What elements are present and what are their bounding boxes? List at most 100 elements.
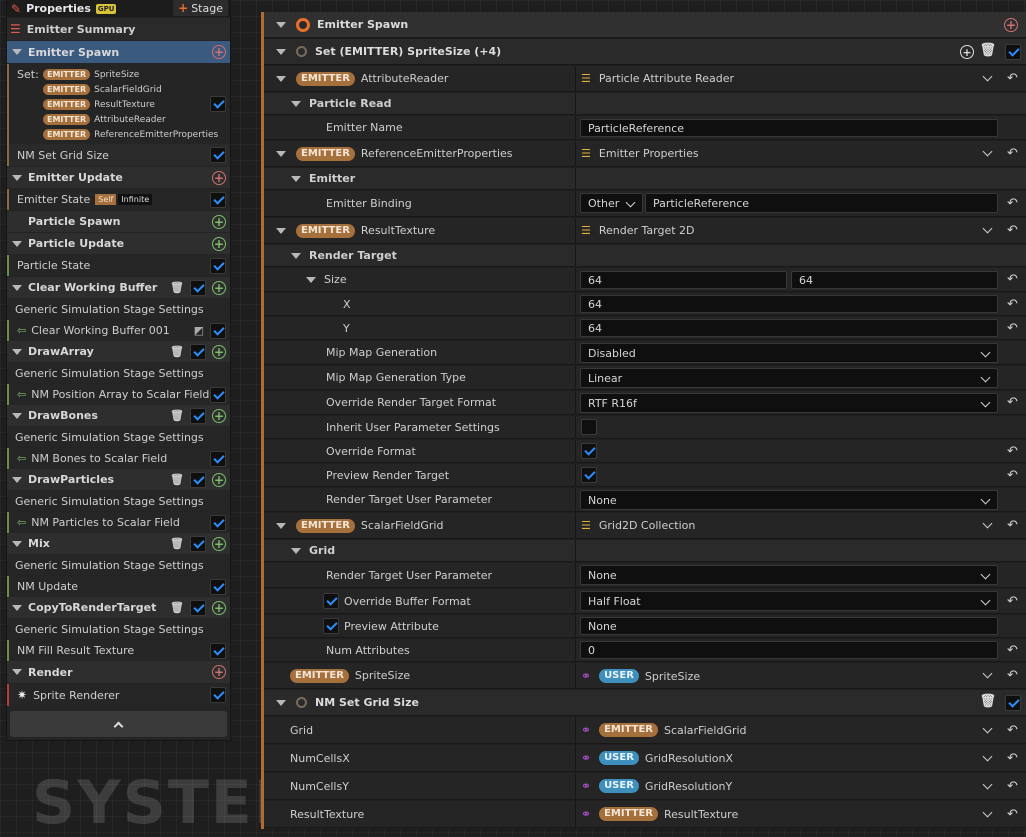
module-enabled-checkbox[interactable] [210, 642, 226, 659]
input-link[interactable]: ⚭ EMITTER ScalarFieldGrid [581, 723, 747, 737]
x-input[interactable]: 64 [580, 295, 998, 313]
add-module-icon[interactable]: + [212, 236, 226, 251]
particle-state-row[interactable]: Particle State [7, 255, 230, 276]
chevron-down-icon[interactable] [982, 223, 993, 234]
emitter-name-input[interactable]: ParticleReference [580, 119, 998, 137]
stage-header[interactable]: Clear Working Buffer 🗑 + [7, 277, 230, 298]
module-enabled-checkbox[interactable] [210, 450, 226, 467]
num-attributes-input[interactable]: 0 [580, 641, 998, 659]
module-enabled-checkbox[interactable] [210, 257, 226, 274]
collapse-icon[interactable] [12, 476, 22, 483]
generic-settings-row[interactable]: Generic Simulation Stage Settings [7, 491, 230, 511]
reset-icon[interactable]: ↶ [1007, 751, 1018, 766]
type-field[interactable]: ☰ Emitter Properties [581, 147, 699, 160]
collapse-icon[interactable] [12, 669, 22, 675]
reset-icon[interactable]: ↶ [1007, 779, 1018, 794]
reset-icon[interactable]: ↶ [1007, 468, 1018, 483]
reset-icon[interactable]: ↶ [1007, 196, 1018, 211]
add-parameter-icon[interactable]: + [960, 45, 974, 59]
stage-header[interactable]: DrawBones 🗑 + [7, 405, 230, 426]
collapse-icon[interactable] [291, 175, 301, 182]
generic-settings-row[interactable]: Generic Simulation Stage Settings [7, 619, 230, 639]
collapse-icon[interactable] [12, 604, 22, 611]
set-module-enabled-checkbox[interactable] [210, 96, 226, 112]
trash-icon[interactable]: 🗑 [170, 345, 184, 358]
particle-spawn-section[interactable]: Particle Spawn + [7, 211, 230, 232]
stage-module-row[interactable]: ⇦ NM Particles to Scalar Field [7, 512, 230, 533]
collapse-icon[interactable] [12, 240, 22, 247]
add-module-icon[interactable]: + [212, 600, 226, 615]
add-module-icon[interactable]: + [212, 408, 226, 423]
stage-module-row[interactable]: ⇦ NM Bones to Scalar Field [7, 448, 230, 469]
collapse-icon[interactable] [12, 540, 22, 547]
stage-enabled-checkbox[interactable] [190, 407, 206, 424]
generic-settings-row[interactable]: Generic Simulation Stage Settings [7, 427, 230, 447]
reset-icon[interactable]: ↶ [1007, 807, 1018, 822]
trash-icon[interactable]: 🗑 [979, 694, 996, 709]
add-module-icon[interactable]: + [212, 280, 226, 295]
reset-icon[interactable]: ↶ [1007, 444, 1018, 459]
particle-update-section[interactable]: Particle Update + [7, 233, 230, 254]
reset-icon[interactable]: ↶ [1007, 297, 1018, 312]
emitter-summary-row[interactable]: ☰ Emitter Summary [7, 18, 230, 40]
nm-set-grid-size-header[interactable]: NM Set Grid Size 🗑 [264, 690, 1026, 716]
add-stage-button[interactable]: + Stage [173, 0, 228, 16]
collapse-icon[interactable] [276, 150, 286, 157]
add-module-icon[interactable]: + [212, 344, 226, 359]
add-module-icon[interactable]: + [212, 45, 226, 59]
input-link[interactable]: ⚭ USER GridResolutionY [581, 779, 732, 793]
chevron-down-icon[interactable] [982, 723, 993, 734]
reset-icon[interactable]: ↶ [1007, 223, 1018, 238]
type-field[interactable]: ☰ Render Target 2D [581, 224, 695, 237]
scratch-pad-icon[interactable]: ◩ [194, 324, 204, 337]
chevron-down-icon[interactable] [982, 751, 993, 762]
collapse-panel-button[interactable] [10, 711, 227, 737]
reset-icon[interactable]: ↶ [1007, 594, 1018, 609]
chevron-down-icon[interactable] [982, 807, 993, 818]
reset-icon[interactable]: ↶ [1007, 321, 1018, 336]
stage-header[interactable]: DrawArray 🗑 + [7, 341, 230, 362]
stage-header[interactable]: DrawParticles 🗑 + [7, 469, 230, 490]
rt-format-dropdown[interactable]: RTF R16f [580, 393, 998, 413]
collapse-icon[interactable] [291, 100, 301, 107]
add-renderer-icon[interactable]: + [212, 665, 226, 679]
trash-icon[interactable]: 🗑 [170, 601, 184, 614]
rt-user-param-row[interactable]: Render Target User Parameter None [264, 488, 1026, 512]
reset-icon[interactable]: ↶ [1007, 723, 1018, 738]
trash-icon[interactable]: 🗑 [170, 473, 184, 486]
binding-value-input[interactable]: ParticleReference [645, 193, 998, 213]
sprite-size-link[interactable]: ⚭ USER SpriteSize [581, 669, 700, 683]
num-attributes-row[interactable]: Num Attributes 0 ↶ [264, 639, 1026, 662]
emitter-spawn-header[interactable]: Emitter Spawn + [264, 12, 1026, 38]
reference-emitter-properties-row[interactable]: EMITTER ReferenceEmitterProperties ☰ Emi… [264, 141, 1026, 167]
size-x-row[interactable]: X 64 ↶ [264, 293, 1026, 316]
stage-enabled-checkbox[interactable] [190, 471, 206, 488]
module-enabled-checkbox[interactable] [210, 191, 226, 208]
stage-enabled-checkbox[interactable] [190, 535, 206, 552]
module-enabled-checkbox[interactable] [210, 322, 226, 339]
grid-rt-user-param-row[interactable]: Render Target User Parameter None [264, 563, 1026, 588]
trash-icon[interactable]: 🗑 [979, 43, 996, 58]
collapse-icon[interactable] [12, 49, 22, 55]
result-texture-row[interactable]: EMITTER ResultTexture ☰ Render Target 2D… [264, 218, 1026, 244]
set-module-header[interactable]: Set (EMITTER) SpriteSize (+4) + 🗑 [264, 39, 1026, 65]
reset-icon[interactable]: ↶ [1007, 643, 1018, 658]
chevron-down-icon[interactable] [982, 71, 993, 82]
override-format-row[interactable]: Override Format ↶ [264, 440, 1026, 463]
emitter-update-section[interactable]: Emitter Update + [7, 167, 230, 188]
stage-header[interactable]: CopyToRenderTarget 🗑 + [7, 597, 230, 618]
result-texture-input-row[interactable]: ResultTexture ⚭ EMITTER ResultTexture ↶ [264, 801, 1026, 828]
add-module-icon[interactable]: + [212, 170, 226, 185]
override-buffer-format-checkbox[interactable] [323, 593, 339, 609]
chevron-down-icon[interactable] [982, 146, 993, 157]
module-enabled-checkbox[interactable] [210, 386, 226, 403]
emitter-state-row[interactable]: Emitter State Self Infinite [7, 189, 230, 210]
trash-icon[interactable]: 🗑 [170, 281, 184, 294]
module-enabled-checkbox[interactable] [210, 147, 226, 163]
input-link[interactable]: ⚭ EMITTER ResultTexture [581, 807, 738, 821]
stage-enabled-checkbox[interactable] [190, 599, 206, 616]
trash-icon[interactable]: 🗑 [170, 409, 184, 422]
reset-icon[interactable]: ↶ [1007, 71, 1018, 86]
size-x-input[interactable]: 64 [580, 271, 787, 289]
stage-module-row[interactable]: ⇦ NM Position Array to Scalar Field [7, 384, 230, 405]
